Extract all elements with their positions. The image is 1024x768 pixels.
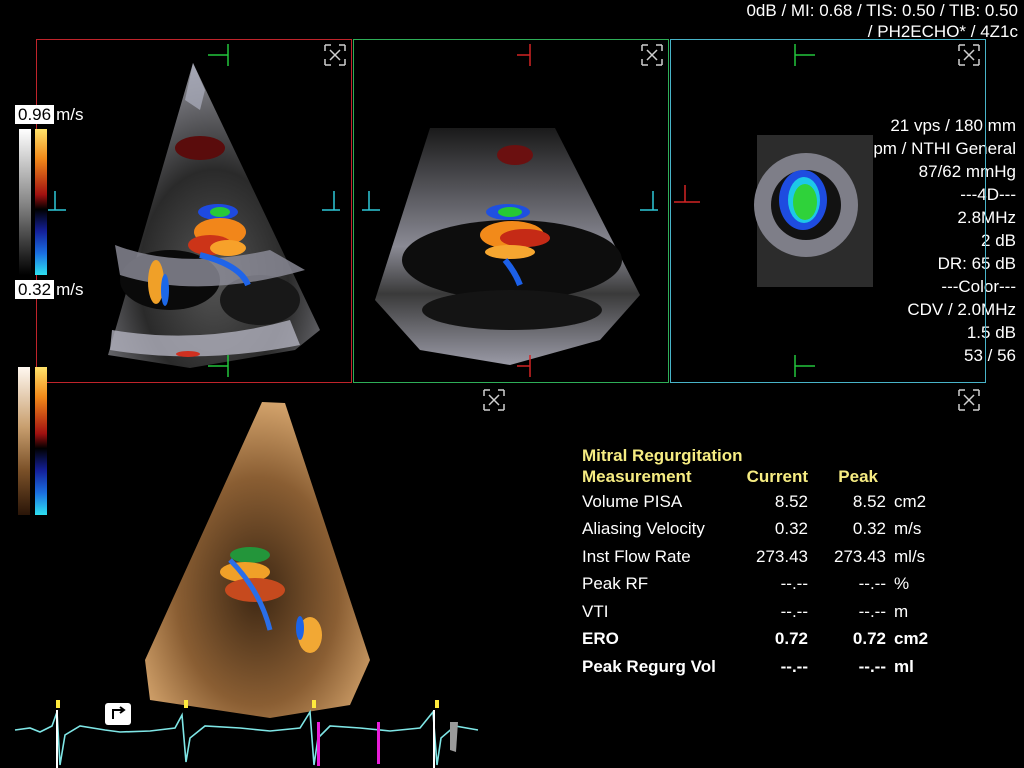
current-value: --.--: [780, 574, 808, 594]
viewport-c-image: [754, 135, 873, 287]
peak-value: --.--: [858, 574, 886, 594]
measurement-name: Peak RF: [582, 574, 649, 594]
unit: ml: [894, 656, 914, 676]
table-row: Volume PISA 8.52 8.52 cm2: [582, 488, 928, 516]
table-row: Inst Flow Rate 273.43 273.43 ml/s: [582, 543, 928, 571]
expand-viewport-a-icon[interactable]: [324, 44, 346, 66]
unit: ml/s: [894, 546, 926, 566]
measurement-name: Aliasing Velocity: [582, 519, 705, 539]
grayscale-bar: [19, 129, 31, 275]
peak-value: --.--: [858, 656, 886, 676]
peak-value: 273.43: [834, 546, 886, 566]
header-peak: Peak: [838, 467, 878, 486]
table-row: Aliasing Velocity 0.32 0.32 m/s: [582, 516, 928, 544]
volume-render: [145, 402, 370, 718]
measurement-title: Mitral Regurgitation: [582, 446, 743, 465]
measurement-name: ERO: [582, 629, 619, 649]
current-value: 0.32: [774, 519, 808, 539]
measurement-name: Inst Flow Rate: [582, 546, 691, 566]
unit: cm2: [894, 491, 927, 511]
header-measurement: Measurement: [582, 467, 692, 486]
table-row: ERO 0.72 0.72 cm2: [582, 626, 928, 654]
measurement-name: Peak Regurg Vol: [582, 656, 716, 676]
measurement-name: VTI: [582, 601, 609, 621]
unit: cm2: [894, 629, 929, 649]
measurement-name: Volume PISA: [582, 491, 683, 511]
expand-viewport-b-icon[interactable]: [641, 44, 663, 66]
velocity-color-bar-2: [35, 367, 47, 515]
unit: m/s: [894, 519, 922, 539]
tissue-color-bar: [18, 367, 30, 515]
peak-value: 8.52: [852, 491, 886, 511]
table-row: Peak RF --.-- --.--%: [582, 571, 928, 599]
current-value: 273.43: [756, 546, 808, 566]
expand-render-c-icon[interactable]: [958, 389, 980, 411]
current-value: --.--: [780, 656, 808, 676]
peak-value: --.--: [858, 601, 886, 621]
current-value: 8.52: [774, 491, 808, 511]
viewport-a-image: [108, 63, 320, 368]
current-value: --.--: [780, 601, 808, 621]
unit: %: [894, 574, 910, 594]
measurement-panel: Mitral Regurgitation Measurement Current…: [582, 446, 928, 681]
table-row: Peak Regurg Vol --.-- --.-- ml: [582, 653, 928, 681]
measurement-table: Measurement Current Peak Volume PISA 8.52…: [582, 466, 928, 681]
measurement-header-row: Measurement Current Peak: [582, 466, 928, 488]
header-current: Current: [746, 467, 808, 486]
unit: m: [894, 601, 909, 621]
peak-value: 0.72: [852, 629, 886, 649]
velocity-color-bar: [35, 129, 47, 275]
peak-value: 0.32: [852, 519, 886, 539]
ecg-flag-icon[interactable]: [105, 703, 131, 725]
header-unit: [886, 466, 928, 488]
expand-render-icon[interactable]: [483, 389, 505, 411]
expand-viewport-c-icon[interactable]: [958, 44, 980, 66]
table-row: VTI --.-- --.-- m: [582, 598, 928, 626]
current-value: 0.72: [774, 629, 808, 649]
viewport-b-image: [375, 128, 640, 365]
